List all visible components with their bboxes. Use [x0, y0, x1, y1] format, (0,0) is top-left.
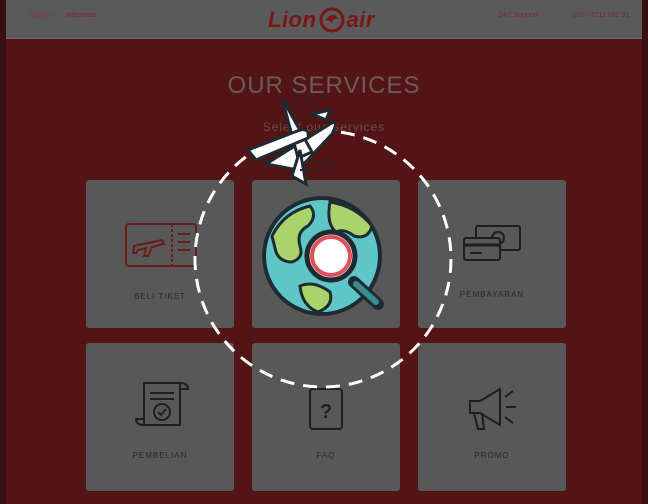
service-card-faq[interactable]: ? FAQ	[252, 343, 400, 491]
payment-icon	[463, 225, 521, 261]
document-check-icon	[134, 382, 190, 426]
service-label: PROMO	[474, 451, 510, 460]
lion-air-logo[interactable]: Lion air	[268, 6, 375, 34]
top-bar: Bahasa Indonesia Lion air 24/7 Support 0…	[6, 0, 642, 39]
lion-head-icon	[319, 7, 345, 33]
service-card-pembelian[interactable]: PEMBELIAN	[86, 343, 234, 491]
page: Bahasa Indonesia Lion air 24/7 Support 0…	[6, 0, 642, 504]
ticket-icon	[125, 223, 197, 267]
megaphone-icon	[469, 387, 516, 430]
language-label: Bahasa	[30, 12, 54, 19]
service-card-pembayaran[interactable]: PEMBAYARAN	[418, 180, 566, 328]
service-label: BELI TIKET	[133, 292, 187, 301]
service-label: PEMBELIAN	[132, 451, 188, 460]
support-phone[interactable]: 021 - 2211 092 91	[573, 12, 629, 19]
service-label: PEMBAYARAN	[459, 290, 525, 299]
service-card-beli-tiket[interactable]: BELI TIKET	[86, 180, 234, 328]
logo-text-lion: Lion	[268, 7, 317, 32]
svg-text:?: ?	[320, 401, 332, 423]
service-card-search[interactable]	[252, 180, 400, 328]
language-selector[interactable]: Bahasa Indonesia	[30, 12, 96, 19]
section-subtitle: Select our Services	[262, 120, 386, 134]
service-card-promo[interactable]: PROMO	[418, 343, 566, 491]
faq-icon: ?	[309, 388, 343, 430]
language-value[interactable]: Indonesia	[66, 12, 96, 19]
support-label: 24/7 Support	[498, 12, 539, 19]
logo-text-air: air	[346, 7, 375, 32]
service-label: FAQ	[316, 451, 336, 460]
section-title: OUR SERVICES	[227, 72, 421, 99]
